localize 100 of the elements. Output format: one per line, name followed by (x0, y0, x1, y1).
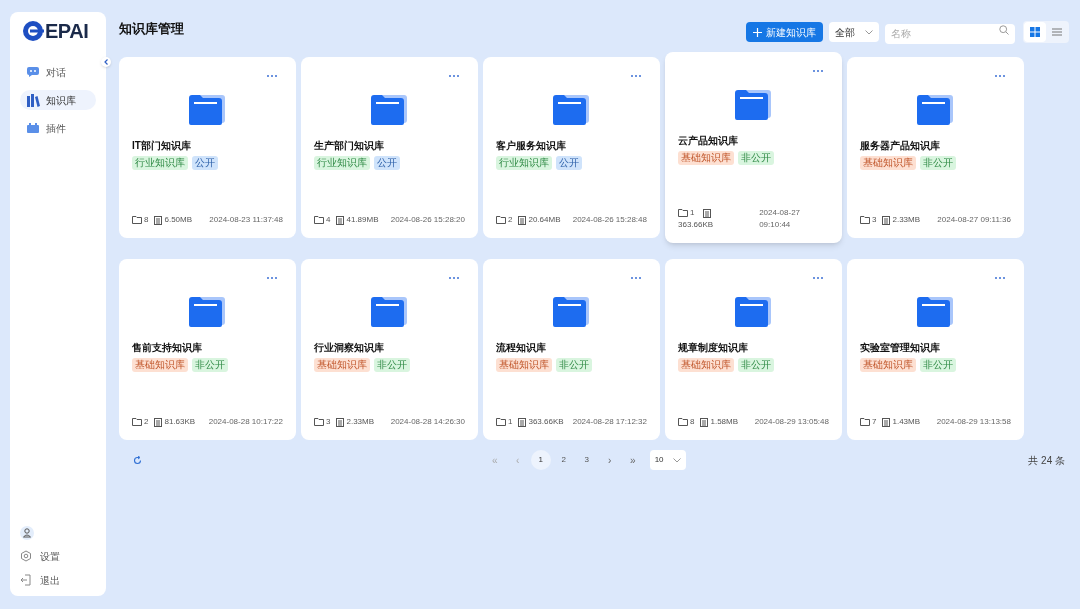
nav-item[interactable]: 知识库 (20, 90, 96, 110)
more-icon (448, 276, 460, 280)
tag: 非公开 (920, 358, 956, 372)
last-page-button[interactable]: » (622, 450, 643, 470)
folder-count-icon (496, 418, 506, 426)
folder-count-icon (132, 418, 142, 426)
next-page-button[interactable]: › (599, 450, 620, 470)
file-size: 20.64MB (528, 214, 561, 226)
tag: 基础知识库 (860, 358, 916, 372)
document-icon (336, 215, 345, 225)
knowledge-card[interactable]: 实验室管理知识库 基础知识库 非公开 7 1.43MB 2024-08-29 13:13:58 (847, 259, 1024, 440)
chevron-down-icon (672, 457, 681, 463)
more-icon (266, 74, 278, 78)
folder-count-icon (678, 209, 688, 217)
folder-count: 3 (326, 416, 331, 428)
card-title: 行业洞察知识库 (314, 341, 385, 355)
folder-count-icon (314, 418, 324, 426)
document-icon (154, 417, 163, 427)
page-button[interactable]: 1 (530, 450, 551, 470)
nav-item[interactable]: 插件 (20, 118, 96, 138)
folder-count: 4 (326, 214, 331, 226)
collapse-button[interactable] (101, 57, 111, 67)
more-icon (266, 276, 278, 280)
new-button[interactable]: 新建知识库 (746, 22, 823, 42)
tag: 非公开 (556, 358, 592, 372)
tag: 非公开 (920, 156, 956, 170)
knowledge-card[interactable]: IT部门知识库 行业知识库 公开 8 6.50MB 2024-08-23 11:37:48 (119, 57, 296, 238)
chevron-down-icon (865, 29, 873, 35)
folder-count: 1 (690, 207, 695, 219)
card-title: 云产品知识库 (678, 134, 739, 148)
tag: 公开 (374, 156, 400, 170)
nav-item[interactable]: 对话 (20, 62, 96, 82)
document-icon (700, 417, 709, 427)
document-icon (882, 215, 891, 225)
timestamp: 2024-08-26 15:28:20 (390, 214, 465, 226)
folder-count: 8 (144, 214, 149, 226)
tag: 基础知识库 (860, 156, 916, 170)
tag: 行业知识库 (314, 156, 370, 170)
settings-icon (20, 550, 32, 562)
file-size: 2.33MB (346, 416, 375, 428)
more-icon (812, 69, 824, 73)
folder-icon (370, 295, 409, 327)
tag: 非公开 (192, 358, 228, 372)
tag: 基础知识库 (496, 358, 552, 372)
avatar-icon (20, 526, 34, 540)
tag: 基础知识库 (678, 358, 734, 372)
tag: 非公开 (738, 358, 774, 372)
page-title: 知识库管理 (119, 20, 184, 39)
tag: 非公开 (374, 358, 410, 372)
knowledge-card[interactable]: 行业洞察知识库 基础知识库 非公开 3 2.33MB 2024-08-28 14:26:30 (301, 259, 478, 440)
folder-count-icon (678, 418, 688, 426)
tag: 行业知识库 (496, 156, 552, 170)
timestamp: 2024-08-28 10:17:22 (208, 416, 283, 428)
tag: 行业知识库 (132, 156, 188, 170)
logo: EPAI (45, 21, 89, 41)
tag: 非公开 (738, 151, 774, 165)
card-title: 生产部门知识库 (314, 139, 385, 153)
tag: 基础知识库 (132, 358, 188, 372)
tag: 公开 (192, 156, 218, 170)
tag: 基础知识库 (678, 151, 734, 165)
sidebar-link[interactable]: 退出 (20, 572, 96, 588)
knowledge-card[interactable]: 售前支持知识库 基础知识库 非公开 2 81.63KB 2024-08-28 10:17:22 (119, 259, 296, 440)
knowledge-card[interactable]: 生产部门知识库 行业知识库 公开 4 41.89MB 2024-08-26 15:28:20 (301, 57, 478, 238)
knowledge-card[interactable]: 规章制度知识库 基础知识库 非公开 8 1.58MB 2024-08-29 13:05:48 (665, 259, 842, 440)
knowledge-card[interactable]: 客户服务知识库 行业知识库 公开 2 20.64MB 2024-08-26 15:28:48 (483, 57, 660, 238)
filter-dropdown[interactable]: 全部 (829, 22, 879, 42)
folder-icon (370, 93, 409, 125)
page-button[interactable]: 2 (553, 450, 574, 470)
document-icon (518, 417, 527, 427)
sidebar-link[interactable]: 设置 (20, 548, 96, 564)
card-title: 服务器产品知识库 (860, 139, 941, 153)
knowledge-card[interactable]: 流程知识库 基础知识库 非公开 1 363.66KB 2024-08-28 17:12:32 (483, 259, 660, 440)
card-title: 流程知识库 (496, 341, 547, 355)
knowledge-card[interactable]: 服务器产品知识库 基础知识库 非公开 3 2.33MB 2024-08-27 09:11:36 (847, 57, 1024, 238)
total-count: 共 24 条 (1028, 453, 1065, 468)
document-icon (518, 215, 527, 225)
list-view-icon (1052, 28, 1062, 36)
search-field[interactable]: 名称 (885, 23, 1015, 44)
more-icon (630, 74, 642, 78)
grid-view-icon (1030, 27, 1040, 37)
timestamp: 2024-08-29 13:05:48 (754, 416, 829, 428)
card-title: 售前支持知识库 (132, 341, 203, 355)
file-size: 81.63KB (164, 416, 196, 428)
timestamp: 2024-08-28 17:12:32 (572, 416, 647, 428)
file-size: 6.50MB (164, 214, 193, 226)
folder-count-icon (496, 216, 506, 224)
plugin-icon (26, 122, 40, 134)
knowledge-card[interactable]: 云产品知识库 基础知识库 非公开 1 2024-08-27 363.66KB 09:10:44 (665, 52, 842, 243)
books-icon (26, 93, 40, 107)
page-button[interactable]: 3 (576, 450, 597, 470)
view-toggle[interactable] (1024, 22, 1046, 42)
tag: 公开 (556, 156, 582, 170)
plus-icon (753, 27, 762, 37)
card-title: 客户服务知识库 (496, 139, 567, 153)
folder-count: 2 (144, 416, 149, 428)
page-size-dropdown[interactable]: 10 (649, 450, 686, 470)
more-icon (994, 276, 1006, 280)
folder-count: 3 (872, 214, 877, 226)
logo-icon (22, 20, 44, 42)
chat-icon (26, 66, 40, 78)
